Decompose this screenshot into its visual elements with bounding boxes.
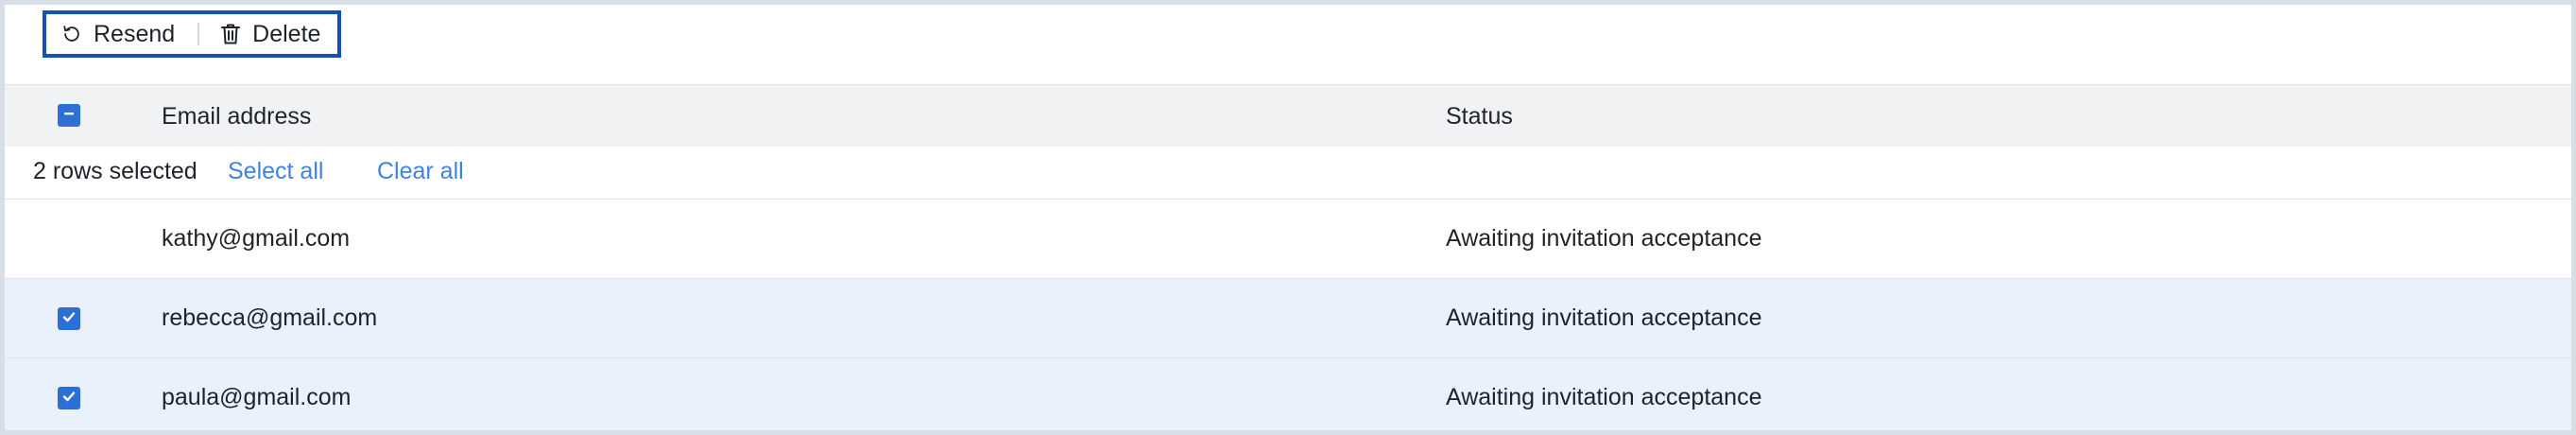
checkmark-icon xyxy=(61,309,77,329)
select-all-checkbox[interactable] xyxy=(58,104,80,127)
table-row[interactable]: kathy@gmail.com Awaiting invitation acce… xyxy=(5,200,2571,279)
resend-label: Resend xyxy=(94,20,176,47)
table-row[interactable]: paula@gmail.com Awaiting invitation acce… xyxy=(5,358,2571,430)
delete-button[interactable]: Delete xyxy=(199,14,320,54)
bulk-action-group: Resend Delete xyxy=(43,10,341,58)
row-checkbox[interactable] xyxy=(58,228,80,251)
delete-label: Delete xyxy=(252,20,321,47)
row-status: Awaiting invitation acceptance xyxy=(1446,384,1762,410)
select-all-link[interactable]: Select all xyxy=(228,158,323,185)
row-email: paula@gmail.com xyxy=(162,384,352,410)
trash-icon xyxy=(220,23,252,45)
row-checkbox[interactable] xyxy=(58,387,80,409)
toolbar: Resend Delete xyxy=(5,5,2571,84)
table-header: Email address Status xyxy=(5,84,2571,147)
invitations-panel: Resend Delete Email address Status 2 row… xyxy=(5,5,2571,430)
row-email: kathy@gmail.com xyxy=(162,225,351,252)
row-status: Awaiting invitation acceptance xyxy=(1446,304,1762,331)
row-email: rebecca@gmail.com xyxy=(162,304,378,331)
table-row[interactable]: rebecca@gmail.com Awaiting invitation ac… xyxy=(5,279,2571,358)
resend-button[interactable]: Resend xyxy=(46,14,197,54)
row-checkbox[interactable] xyxy=(58,307,80,330)
column-header-status[interactable]: Status xyxy=(1446,103,1513,130)
column-header-email[interactable]: Email address xyxy=(162,103,311,130)
refresh-icon xyxy=(61,24,94,44)
minus-icon xyxy=(62,107,76,125)
selected-rows-count: 2 rows selected xyxy=(33,158,197,184)
checkmark-icon xyxy=(61,389,77,409)
selection-info-bar: 2 rows selected Select all Clear all xyxy=(5,147,2571,200)
clear-all-link[interactable]: Clear all xyxy=(377,158,464,185)
row-status: Awaiting invitation acceptance xyxy=(1446,225,1762,252)
